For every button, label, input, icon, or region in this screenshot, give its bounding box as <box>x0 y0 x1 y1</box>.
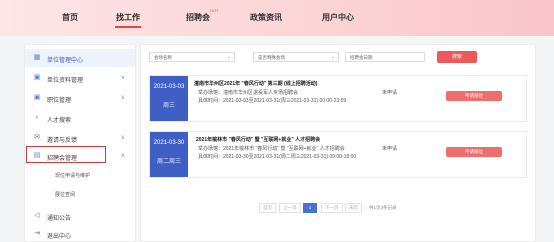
exit-icon: ⇥ <box>34 230 40 237</box>
sidebar: ▦ 单位管理中心 ▣ 单位资料管理 ∨ ▣ 职位管理 ∨ ⌕ 人才搜索 ✉ 邀请… <box>24 44 136 242</box>
sidebar-item-label: 单位资料管理 <box>47 78 84 84</box>
pager-prev-button[interactable]: 上一页 <box>279 203 301 213</box>
pager-last-button[interactable]: 末页 <box>345 203 362 213</box>
card-status: 未申请 <box>382 90 398 96</box>
top-nav: 首页 找工作 招聘会 HOT 政策资讯 用户中心 <box>0 0 554 36</box>
building-icon: ▦ <box>33 54 41 61</box>
nav-job-fair[interactable]: 招聘会 <box>186 12 210 23</box>
job-fair-name-select[interactable]: 会场名称 ⌄ <box>149 52 235 62</box>
card-organizer: 举办场馆：2021年榆林市 "春风行动" 暨 "互联网+就业" 人才招聘会 <box>198 146 345 152</box>
briefcase-icon: ▣ <box>33 74 41 81</box>
briefcase-icon: ▣ <box>33 94 41 101</box>
mail-icon: ✉ <box>34 134 40 141</box>
nav-active-underline <box>115 26 141 28</box>
chevron-down-icon: ∨ <box>120 75 125 81</box>
nav-find-job[interactable]: 找工作 <box>116 12 140 23</box>
sidebar-item-job-manage[interactable]: ▣ 职位管理 ∨ <box>25 89 135 107</box>
pager-info: 共1页2条记录 <box>369 205 397 210</box>
job-fair-card: 2021-03-03 周三 潼南市华州区2021年 "春风行动" 第三期 (线上… <box>149 75 527 122</box>
sidebar-item-label: 单位管理中心 <box>47 58 84 64</box>
chevron-down-icon: ⌄ <box>226 54 231 60</box>
search-icon: ⌕ <box>35 114 39 121</box>
card-date: 2021-03-30 <box>153 140 185 146</box>
sidebar-subitem-booth-view[interactable]: 展位查阅 <box>55 191 75 198</box>
sidebar-item-label: 邀请与反馈 <box>47 138 78 144</box>
sidebar-item-label: 退出中心 <box>47 234 72 240</box>
job-fair-date-input[interactable]: 招聘会日期 <box>345 52 425 62</box>
date-box: 2021-03-30 周二周三 <box>150 132 188 177</box>
sidebar-item-job-fair-manage[interactable]: ▤ 招聘会管理 ∧ <box>25 147 135 165</box>
sidebar-item-exit[interactable]: ⇥ 退出中心 <box>25 225 135 242</box>
sidebar-item-label: 招聘会管理 <box>47 156 78 162</box>
sidebar-item-talent-search[interactable]: ⌕ 人才搜索 <box>25 109 135 127</box>
card-weekday: 周三 <box>162 103 175 109</box>
sidebar-item-label: 通知公告 <box>47 216 72 222</box>
hot-badge: HOT <box>210 8 219 13</box>
pager-first-button[interactable]: 首页 <box>259 203 276 213</box>
select-placeholder: 会场名称 <box>154 55 172 60</box>
select-placeholder: 是否特殊会场 <box>258 55 285 60</box>
search-button[interactable]: 搜索 <box>437 51 477 63</box>
card-time: 具体时间：2021-03-30至2021-03-31(周二周三2021-03-3… <box>198 154 357 160</box>
sidebar-item-unit-center[interactable]: ▦ 单位管理中心 <box>25 49 135 67</box>
card-title[interactable]: 2021年榆林市 "春风行动" 暨 "互联网+就业" 人才招聘会 <box>196 136 320 143</box>
chevron-down-icon: ∨ <box>120 135 125 141</box>
card-weekday: 周二周三 <box>156 159 181 165</box>
chevron-up-icon: ∧ <box>120 153 125 159</box>
sidebar-item-label: 职位管理 <box>47 98 72 104</box>
apply-booth-button[interactable]: 申请展位 <box>446 91 502 101</box>
speaker-icon: ◁ <box>34 212 40 219</box>
sidebar-subitem-booth-apply[interactable]: 现位申请与维护 <box>55 172 90 179</box>
calendar-icon: ▤ <box>33 152 41 159</box>
card-time: 具体时间：2021-03-03至2021-03-31(周三2021-03-31)… <box>198 98 347 104</box>
sidebar-item-invite-feedback[interactable]: ✉ 邀请与反馈 ∨ <box>25 129 135 147</box>
date-box: 2021-03-03 周三 <box>150 76 188 121</box>
sidebar-item-notice[interactable]: ◁ 通知公告 <box>25 207 135 225</box>
card-organizer: 举办场馆：潼南市华州区退役军人专场招聘会 <box>198 90 299 96</box>
chevron-down-icon: ∨ <box>120 95 125 101</box>
pager-page-1[interactable]: 1 <box>303 203 317 213</box>
main-panel: 会场名称 ⌄ 是否特殊会场 ⌄ 招聘会日期 搜索 2021-03-03 周三 潼… <box>140 44 536 242</box>
card-status: 未申请 <box>382 146 398 152</box>
sidebar-item-label: 人才搜索 <box>47 118 72 124</box>
nav-home[interactable]: 首页 <box>62 12 78 23</box>
sidebar-item-unit-info[interactable]: ▣ 单位资料管理 ∨ <box>25 69 135 87</box>
special-venue-select[interactable]: 是否特殊会场 ⌄ <box>253 52 339 62</box>
card-date: 2021-03-03 <box>153 84 185 90</box>
nav-policy-news[interactable]: 政策资讯 <box>250 12 282 23</box>
chevron-down-icon: ⌄ <box>330 54 335 60</box>
card-title[interactable]: 潼南市华州区2021年 "春风行动" 第三期 (线上招聘活动) <box>194 80 317 87</box>
input-placeholder: 招聘会日期 <box>350 55 373 60</box>
apply-booth-button[interactable]: 申请展位 <box>446 147 502 157</box>
pager-next-button[interactable]: 下一页 <box>321 203 343 213</box>
job-fair-card: 2021-03-30 周二周三 2021年榆林市 "春风行动" 暨 "互联网+就… <box>149 131 527 178</box>
nav-user-center[interactable]: 用户中心 <box>322 12 354 23</box>
